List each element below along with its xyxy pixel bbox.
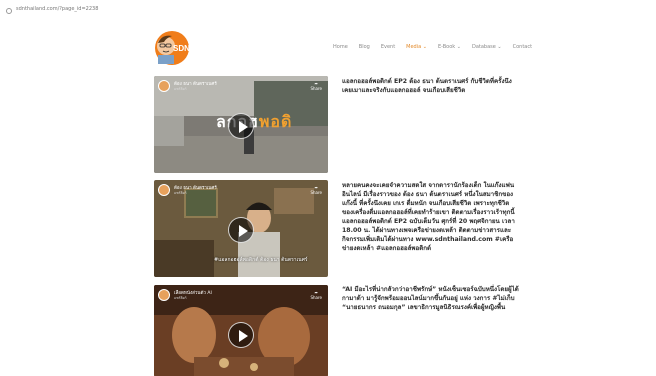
channel-avatar [158,184,170,196]
channel-sub: แชร์ลิงก์ [174,86,187,91]
channel-name[interactable]: ต้อง ธนา ต้นตราเนศร์ [174,82,217,87]
url-text[interactable]: sdnthailand.com/?page_id=2238 [16,6,98,12]
nav-blog[interactable]: Blog [359,44,370,54]
share-button[interactable]: ➦ Share [310,290,322,300]
logo-text: SDN [173,44,190,53]
nav-ebook[interactable]: E-Book ⌄ [438,44,461,54]
video-player-3[interactable]: เลือดหนังส่วนตัว AI แชร์ลิงก์ ➦ Share [154,285,328,376]
nav-event[interactable]: Event [381,44,395,54]
channel-sub: แชร์ลิงก์ [174,190,187,195]
play-icon[interactable] [228,217,254,243]
share-button[interactable]: ➦ Share [310,185,322,195]
channel-avatar [158,80,170,92]
nav-media[interactable]: Media ⌄ [406,44,427,54]
main-nav: Home Blog Event Media ⌄ E-Book ⌄ Databas… [333,44,532,54]
site-logo[interactable]: SDN [152,28,192,68]
video-description-3: “AI มีอะไรที่น่ากลัวกว่าอาชีพรักษ์” หนัง… [342,286,519,311]
channel-avatar [158,289,170,301]
play-icon[interactable] [228,113,254,139]
nav-database[interactable]: Database ⌄ [472,44,502,54]
nav-home[interactable]: Home [333,44,348,54]
channel-sub: แชร์ลิงก์ [174,295,187,300]
video-header: ต้อง ธนา ต้นตราเนศร์ แชร์ลิงก์ [158,80,217,92]
play-icon[interactable] [228,322,254,348]
video-player-2[interactable]: ต้อง ธนา ต้นตราเนศร์ แชร์ลิงก์ ➦ Share #… [154,180,328,277]
video-description-2: หลายคนคงจะเคยจำความสดใส จากดารานักร้องเด… [342,182,515,252]
video-header: ต้อง ธนา ต้นตราเนศร์ แชร์ลิงก์ [158,184,217,196]
channel-name[interactable]: เลือดหนังส่วนตัว AI [174,291,212,296]
share-button[interactable]: ➦ Share [310,81,322,91]
video-player-1[interactable]: ต้อง ธนา ต้นตราเนศร์ แชร์ลิงก์ ➦ Share ล… [154,76,328,173]
channel-name[interactable]: ต้อง ธนา ต้นตราเนศร์ [174,186,217,191]
video-caption: #แอลกอฮอล์พอดิกต์ ต้อง ธนา ต้นตราเนศร์ [214,257,308,263]
nav-contact[interactable]: Contact [513,44,532,54]
video-header: เลือดหนังส่วนตัว AI แชร์ลิงก์ [158,289,212,301]
address-bar[interactable]: sdnthailand.com/?page_id=2238 [0,0,656,22]
lock-icon [6,8,12,14]
video-description-1: แอลกอฮอล์พอดิกต์ EP2 ต้อง ธนา ต้นตราเนศร… [342,78,512,94]
